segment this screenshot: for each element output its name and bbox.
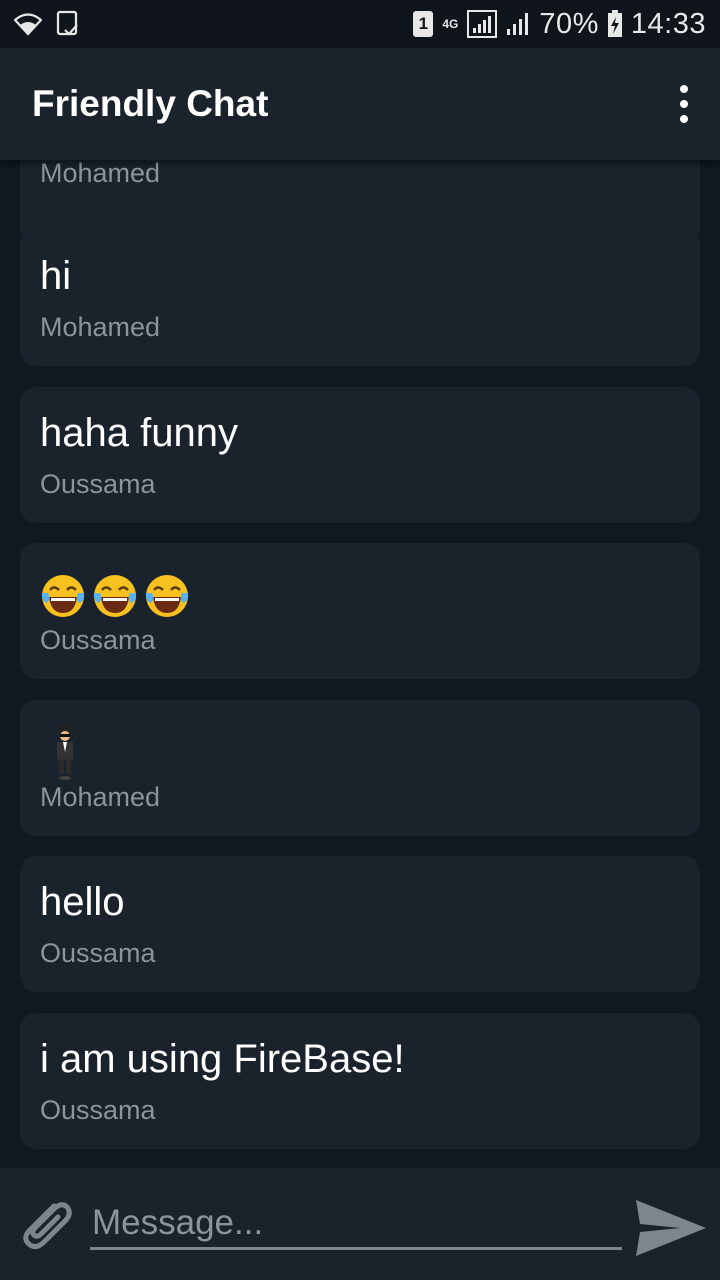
network-type-label: 4G <box>442 17 459 31</box>
message-text: i am using FireBase! <box>40 1037 405 1081</box>
send-icon[interactable] <box>634 1198 708 1258</box>
message-text: haha funny <box>40 411 238 455</box>
status-bar: 1 4G 70% 14:33 <box>0 0 720 48</box>
message-author: Mohamed <box>40 782 161 812</box>
message-item[interactable]: Oussama <box>20 543 700 679</box>
message-item[interactable]: Mohamed <box>20 700 700 836</box>
message-item[interactable]: haha funny Oussama <box>20 387 700 523</box>
face-with-tears-of-joy-icon <box>93 575 137 617</box>
man-in-business-suit-levitating-icon <box>55 724 75 780</box>
message-list[interactable]: Mohamed hi Mohamed haha funny Oussama Ou… <box>0 0 720 1168</box>
message-author: Oussama <box>40 625 156 655</box>
message-text: hi <box>40 254 72 298</box>
message-author: Oussama <box>40 938 156 968</box>
cell-signal-icon <box>507 13 529 35</box>
sim-slot-badge: 1 <box>413 11 434 37</box>
message-text: hello <box>40 880 125 924</box>
message-item[interactable]: hi Mohamed <box>20 230 700 366</box>
clock: 14:33 <box>630 7 706 40</box>
chat-screen: Mohamed hi Mohamed haha funny Oussama Ou… <box>0 0 720 1280</box>
face-with-tears-of-joy-icon <box>41 575 85 617</box>
message-emoji-text <box>40 573 190 619</box>
more-vert-icon[interactable] <box>664 74 704 134</box>
screenshot-notification-icon <box>56 10 78 36</box>
paperclip-icon[interactable] <box>16 1192 76 1254</box>
message-author: Oussama <box>40 1095 156 1125</box>
battery-charging-icon <box>607 10 622 37</box>
signal-box-icon <box>467 10 498 38</box>
message-composer <box>0 1168 720 1280</box>
message-item[interactable]: i am using FireBase! Oussama <box>20 1013 700 1149</box>
face-with-tears-of-joy-icon <box>145 575 189 617</box>
battery-percent: 70% <box>539 7 599 40</box>
message-input[interactable] <box>90 1198 622 1250</box>
message-item[interactable]: hello Oussama <box>20 856 700 992</box>
message-author: Mohamed <box>40 158 161 188</box>
message-author: Oussama <box>40 469 156 499</box>
app-bar: Friendly Chat <box>0 48 720 160</box>
app-title: Friendly Chat <box>32 83 269 124</box>
message-author: Mohamed <box>40 312 161 342</box>
wifi-icon <box>14 13 42 36</box>
